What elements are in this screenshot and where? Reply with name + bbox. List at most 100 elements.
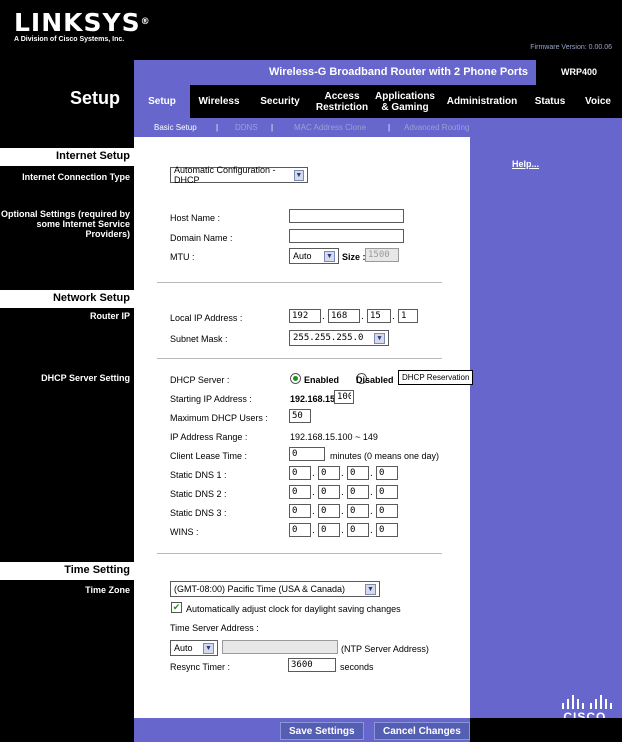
dhcp-reservation-button[interactable]: DHCP Reservation <box>398 370 474 385</box>
chevron-down-icon: ▼ <box>374 332 385 344</box>
subtab-ddns[interactable]: DDNS <box>235 118 258 137</box>
client-lease-input[interactable] <box>289 447 325 461</box>
internet-connection-type-label: Internet Connection Type <box>22 172 130 182</box>
dns1-octet-4[interactable] <box>376 466 398 480</box>
dns1-octet-2[interactable] <box>318 466 340 480</box>
chevron-down-icon: ▼ <box>203 642 214 654</box>
wins-octet-2[interactable] <box>318 523 340 537</box>
dns1-octet-3[interactable] <box>347 466 369 480</box>
wins-octet-4[interactable] <box>376 523 398 537</box>
local-ip-octet-2[interactable] <box>328 309 360 323</box>
local-ip-octet-4[interactable] <box>398 309 418 323</box>
dst-label: Automatically adjust clock for daylight … <box>186 604 401 614</box>
main-nav: Setup Wireless Security Access Restricti… <box>134 85 622 118</box>
chevron-down-icon: ▼ <box>324 250 335 262</box>
dns3-octet-3[interactable] <box>347 504 369 518</box>
subtab-basic-setup[interactable]: Basic Setup <box>154 118 197 137</box>
dns2-octet-4[interactable] <box>376 485 398 499</box>
static-dns-1-label: Static DNS 1 : <box>170 470 227 480</box>
time-server-mode-select[interactable]: Auto ▼ <box>170 640 218 656</box>
ip-range-label: IP Address Range : <box>170 432 248 442</box>
domain-name-label: Domain Name : <box>170 233 233 243</box>
subtab-advanced-routing[interactable]: Advanced Routing <box>404 118 469 137</box>
dns2-octet-1[interactable] <box>289 485 311 499</box>
ip-dot: . <box>370 506 373 517</box>
mtu-size-label: Size : <box>342 252 366 262</box>
ip-dot: . <box>341 468 344 479</box>
page-title: Setup <box>69 88 120 108</box>
dns2-octet-2[interactable] <box>318 485 340 499</box>
client-lease-label: Client Lease Time : <box>170 451 248 461</box>
time-zone-select[interactable]: (GMT-08:00) Pacific Time (USA & Canada) ▼ <box>170 581 380 597</box>
tab-administration[interactable]: Administration <box>438 85 526 118</box>
resync-timer-label: Resync Timer : <box>170 662 231 672</box>
host-name-input[interactable] <box>289 209 404 223</box>
ip-dot: . <box>341 487 344 498</box>
time-server-input[interactable] <box>222 640 338 654</box>
static-dns-3-label: Static DNS 3 : <box>170 508 227 518</box>
starting-ip-input[interactable] <box>334 390 354 404</box>
cancel-changes-button[interactable]: Cancel Changes <box>374 722 470 740</box>
footer-left <box>0 718 134 742</box>
tab-status[interactable]: Status <box>526 85 574 118</box>
domain-name-input[interactable] <box>289 229 404 243</box>
tab-voice[interactable]: Voice <box>574 85 622 118</box>
dns2-octet-3[interactable] <box>347 485 369 499</box>
dhcp-server-label: DHCP Server : <box>170 375 230 385</box>
product-name: Wireless-G Broadband Router with 2 Phone… <box>268 66 528 78</box>
local-ip-octet-1[interactable] <box>289 309 321 323</box>
network-setup-heading: Network Setup <box>52 292 130 304</box>
subtab-separator: | <box>271 123 274 132</box>
mtu-size-input[interactable] <box>365 248 399 262</box>
wins-octet-1[interactable] <box>289 523 311 537</box>
dns3-octet-2[interactable] <box>318 504 340 518</box>
ip-dot: . <box>341 506 344 517</box>
host-name-label: Host Name : <box>170 213 221 223</box>
divider <box>157 282 442 283</box>
dhcp-enabled-label: Enabled <box>304 375 340 385</box>
local-ip-label: Local IP Address : <box>170 313 243 323</box>
dns3-octet-1[interactable] <box>289 504 311 518</box>
mtu-label: MTU : <box>170 252 195 262</box>
subtab-mac-address-clone[interactable]: MAC Address Clone <box>294 118 366 137</box>
resync-timer-unit: seconds <box>340 662 374 672</box>
ip-dot: . <box>312 487 315 498</box>
save-settings-button[interactable]: Save Settings <box>280 722 364 740</box>
max-dhcp-users-input[interactable] <box>289 409 311 423</box>
firmware-version: Firmware Version: 0.00.06 <box>530 44 612 51</box>
subnet-mask-select[interactable]: 255.255.255.0 ▼ <box>289 330 389 346</box>
wins-octet-3[interactable] <box>347 523 369 537</box>
tab-security[interactable]: Security <box>248 85 312 118</box>
starting-ip-prefix: 192.168.15. <box>290 394 338 404</box>
product-bar-left <box>0 60 134 85</box>
client-lease-unit: minutes (0 means one day) <box>330 451 440 461</box>
sub-nav: Basic Setup | DDNS | MAC Address Clone |… <box>134 118 622 137</box>
tab-setup[interactable]: Setup <box>134 85 190 118</box>
dst-checkbox[interactable]: ✔ <box>171 602 182 613</box>
ip-range-value: 192.168.15.100 ~ 149 <box>290 432 378 442</box>
subtab-separator: | <box>388 123 391 132</box>
ip-dot: . <box>370 487 373 498</box>
ip-dot: . <box>312 506 315 517</box>
dhcp-enabled-radio[interactable] <box>290 373 301 385</box>
dhcp-disabled-label: Disabled <box>356 375 394 385</box>
connection-type-select[interactable]: Automatic Configuration - DHCP ▼ <box>170 165 308 185</box>
tab-wireless[interactable]: Wireless <box>190 85 248 118</box>
ip-dot: . <box>370 525 373 536</box>
help-link[interactable]: Help... <box>512 159 539 169</box>
dns3-octet-4[interactable] <box>376 504 398 518</box>
mtu-select[interactable]: Auto ▼ <box>289 248 339 264</box>
resync-timer-input[interactable] <box>288 658 336 672</box>
time-setting-heading: Time Setting <box>64 564 130 576</box>
ip-dot: . <box>341 525 344 536</box>
linksys-logo: LINKSYS® <box>14 8 151 37</box>
dns1-octet-1[interactable] <box>289 466 311 480</box>
ntp-server-label: (NTP Server Address) <box>341 644 429 654</box>
subtab-separator: | <box>216 123 219 132</box>
tab-access-restriction[interactable]: Access Restriction <box>312 85 372 118</box>
dhcp-server-setting-label: DHCP Server Setting <box>41 373 130 383</box>
ip-dot: . <box>312 525 315 536</box>
logo-subtitle: A Division of Cisco Systems, Inc. <box>14 36 125 43</box>
local-ip-octet-3[interactable] <box>367 309 391 323</box>
tab-applications-gaming[interactable]: Applications & Gaming <box>372 85 438 118</box>
